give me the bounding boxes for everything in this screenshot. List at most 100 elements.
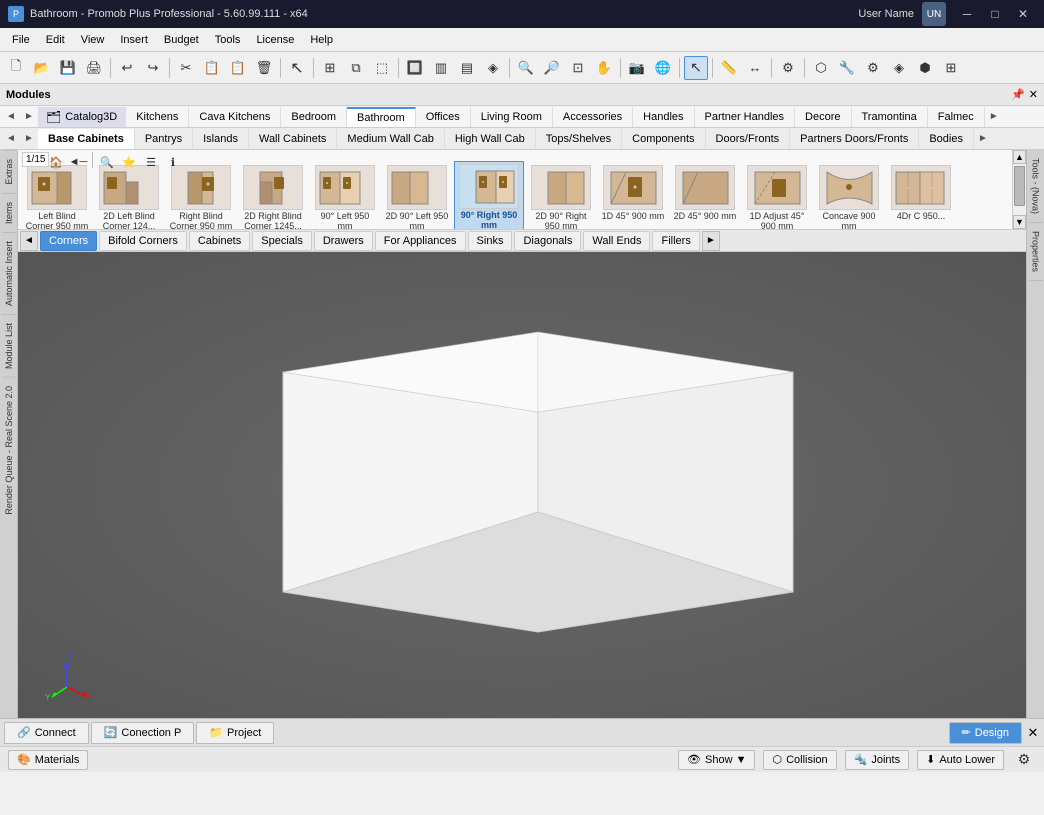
tab-handles[interactable]: Handles [633, 107, 694, 127]
right-tab-properties[interactable]: Properties [1029, 223, 1043, 281]
tab-tramontina[interactable]: Tramontina [852, 107, 928, 127]
collision-button[interactable]: ⬡ Collision [763, 750, 836, 770]
menu-license[interactable]: License [248, 29, 302, 51]
tb-elev[interactable]: ▤ [455, 56, 479, 80]
subcat-specials[interactable]: Specials [252, 231, 312, 251]
menu-budget[interactable]: Budget [156, 29, 207, 51]
tb-cut[interactable]: ✂ [174, 56, 198, 80]
sidebar-module-list[interactable]: Module List [2, 314, 16, 377]
materials-button[interactable]: 🎨 Materials [8, 750, 88, 770]
menu-insert[interactable]: Insert [112, 29, 156, 51]
tab2-islands[interactable]: Islands [193, 129, 249, 149]
cat-nav-right[interactable]: ► [20, 107, 38, 127]
tb-render[interactable]: 🌐 [651, 56, 675, 80]
sidebar-auto-insert[interactable]: Automatic Insert [2, 232, 16, 314]
tb-pan[interactable]: ✋ [592, 56, 616, 80]
tb-settings[interactable]: ⚙ [776, 56, 800, 80]
tab-offices[interactable]: Offices [416, 107, 471, 127]
tb-measure[interactable]: 📏 [717, 56, 741, 80]
tb-snap-grid[interactable]: ⊞ [318, 56, 342, 80]
tab2-wall-cabinets[interactable]: Wall Cabinets [249, 129, 337, 149]
settings-button[interactable]: ⚙ [1012, 748, 1036, 772]
cat-nav-left[interactable]: ◄ [2, 107, 20, 127]
tab2-base-cabinets[interactable]: Base Cabinets [38, 129, 135, 149]
tab-falmec[interactable]: Falmec [928, 107, 985, 127]
minimize-button[interactable]: ─ [954, 4, 980, 24]
bottom-close[interactable]: ✕ [1026, 726, 1040, 740]
tab-conection-p[interactable]: 🔄 Conection P [91, 722, 195, 744]
tab-project[interactable]: 📁 Project [196, 722, 274, 744]
subcat-nav-next[interactable]: ► [702, 231, 720, 251]
menu-file[interactable]: File [4, 29, 38, 51]
catalog-item-2[interactable]: Right Blind Corner 950 mm [166, 163, 236, 230]
catalog-home[interactable]: 🏠 [46, 152, 66, 172]
tab2-medium-wall-cab[interactable]: Medium Wall Cab [337, 129, 444, 149]
tab-accessories[interactable]: Accessories [553, 107, 633, 127]
subcat-wall-ends[interactable]: Wall Ends [583, 231, 650, 251]
tab-living-room[interactable]: Living Room [471, 107, 553, 127]
catalog-item-7[interactable]: 2D 90° Right 950 mm [526, 163, 596, 230]
cat2-nav-more[interactable]: ► [974, 129, 992, 149]
catalog-item-11[interactable]: Concave 900 mm [814, 163, 884, 230]
tab2-pantrys[interactable]: Pantrys [135, 129, 193, 149]
subcat-nav-prev[interactable]: ◄ [20, 231, 38, 251]
tab2-partners-doors[interactable]: Partners Doors/Fronts [790, 129, 919, 149]
tb-new[interactable]: 🗋 [4, 56, 28, 80]
subcat-bifold[interactable]: Bifold Corners [99, 231, 187, 251]
tb-camera[interactable]: 📷 [625, 56, 649, 80]
catalog-item-0[interactable]: Left Blind Corner 950 mm [22, 163, 92, 230]
tab-design[interactable]: ✏ Design [949, 722, 1022, 744]
show-button[interactable]: 👁 Show ▼ [678, 750, 755, 770]
tb-undo[interactable]: ↩ [115, 56, 139, 80]
catalog-item-5[interactable]: 2D 90° Left 950 mm [382, 163, 452, 230]
tab-kitchens[interactable]: Kitchens [126, 107, 189, 127]
tb-cursor[interactable]: ↖ [684, 56, 708, 80]
cat-nav-more[interactable]: ► [985, 107, 1003, 127]
tb-select[interactable]: ↖ [285, 56, 309, 80]
tab2-high-wall-cab[interactable]: High Wall Cab [445, 129, 536, 149]
tb-grid[interactable]: ⬚ [370, 56, 394, 80]
subcat-appliances[interactable]: For Appliances [375, 231, 466, 251]
viewport[interactable]: X Y Z [18, 252, 1026, 718]
menu-view[interactable]: View [73, 29, 113, 51]
catalog-list[interactable]: ☰ [141, 152, 161, 172]
catalog-item-12[interactable]: 4Dr C 950... [886, 163, 956, 230]
tb-more4[interactable]: ◈ [887, 56, 911, 80]
catalog-item-3[interactable]: 2D Right Blind Corner 1245... [238, 163, 308, 230]
scroll-up[interactable]: ▲ [1013, 150, 1026, 164]
catalog-item-9[interactable]: 2D 45° 900 mm [670, 163, 740, 230]
tab-bedroom[interactable]: Bedroom [281, 107, 347, 127]
catalog-item-10[interactable]: 1D Adjust 45° 900 mm [742, 163, 812, 230]
catalog-info[interactable]: ℹ [163, 152, 183, 172]
tab-catalog3d[interactable]: 🗂 Catalog3D [38, 107, 126, 127]
sidebar-items[interactable]: Items [2, 193, 16, 232]
menu-edit[interactable]: Edit [38, 29, 73, 51]
tab-cava-kitchens[interactable]: Cava Kitchens [189, 107, 281, 127]
tb-persp[interactable]: ◈ [481, 56, 505, 80]
catalog-item-6[interactable]: 90° Right 950 mm [454, 161, 524, 230]
tab2-components[interactable]: Components [622, 129, 705, 149]
joints-button[interactable]: 🔩 Joints [845, 750, 909, 770]
tb-open[interactable]: 📂 [30, 56, 54, 80]
tb-snap-obj[interactable]: ⧉ [344, 56, 368, 80]
tb-delete[interactable]: 🗑 [252, 56, 276, 80]
tb-print[interactable]: 🖨 [82, 56, 106, 80]
catalog-item-1[interactable]: 2D Left Blind Corner 124... [94, 163, 164, 230]
tab-partner-handles[interactable]: Partner Handles [695, 107, 796, 127]
tb-zoom-in[interactable]: 🔍 [514, 56, 538, 80]
subcat-diagonals[interactable]: Diagonals [514, 231, 581, 251]
subcat-sinks[interactable]: Sinks [468, 231, 513, 251]
tb-dimension[interactable]: ↔ [743, 56, 767, 80]
tb-more3[interactable]: ⚙ [861, 56, 885, 80]
maximize-button[interactable]: □ [982, 4, 1008, 24]
sidebar-render-queue[interactable]: Render Queue - Real Scene 2.0 [2, 377, 16, 523]
tb-plan[interactable]: ▥ [429, 56, 453, 80]
tb-paste[interactable]: 📋 [226, 56, 250, 80]
tab-decore[interactable]: Decore [795, 107, 851, 127]
subcat-cabinets[interactable]: Cabinets [189, 231, 250, 251]
catalog-item-8[interactable]: 1D 45° 900 mm [598, 163, 668, 230]
modules-close[interactable]: ✕ [1029, 88, 1038, 101]
menu-help[interactable]: Help [302, 29, 341, 51]
sidebar-extras[interactable]: Extras [2, 150, 16, 193]
tb-more1[interactable]: ⬡ [809, 56, 833, 80]
